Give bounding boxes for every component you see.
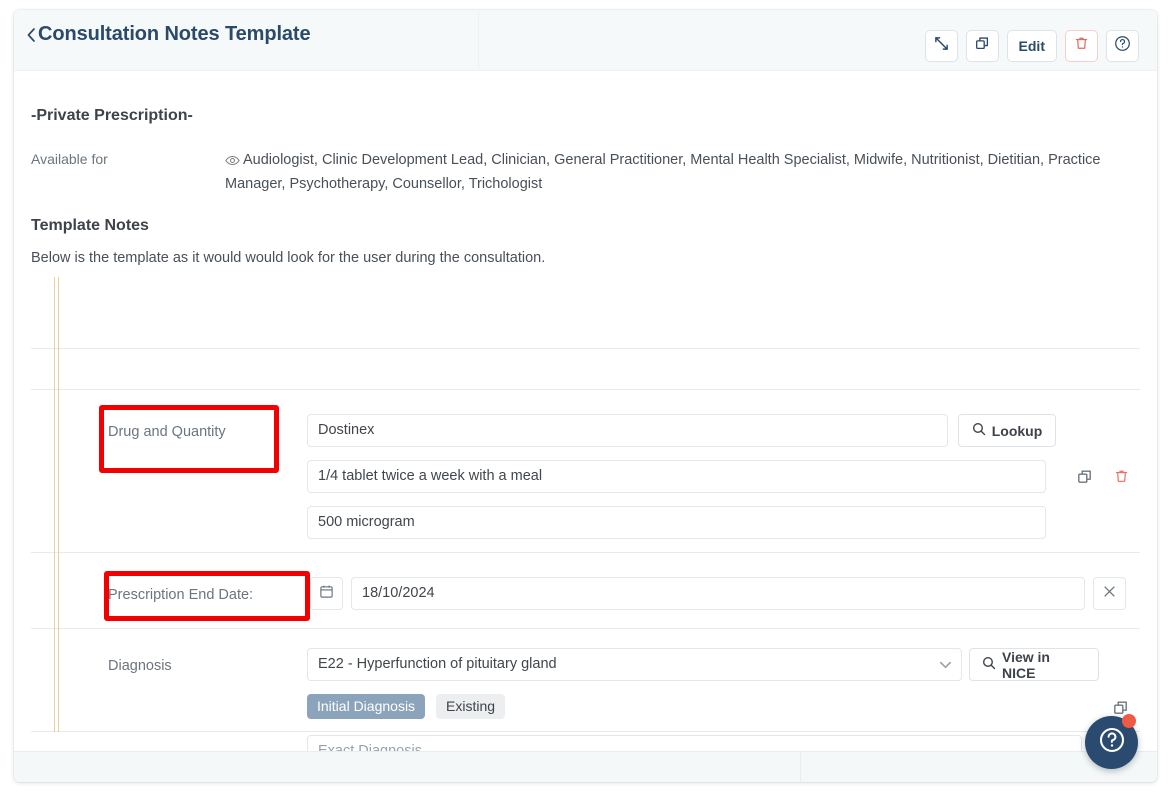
screen: Consultation Notes Template Edit -Privat… [0, 0, 1171, 794]
header-actions: Edit [924, 30, 1139, 62]
preview-divider-1 [31, 348, 1140, 349]
lookup-button[interactable]: Lookup [958, 414, 1056, 447]
calendar-icon [319, 584, 334, 604]
help-button[interactable] [1106, 30, 1139, 62]
copy-icon [975, 36, 990, 56]
drug-duplicate-button[interactable] [1075, 469, 1095, 489]
drug-strength-input[interactable]: 500 microgram [307, 506, 1046, 539]
card-footer [14, 751, 1157, 782]
view-in-nice-label: View in NICE [1002, 648, 1050, 681]
drug-name-input[interactable]: Dostinex [307, 414, 948, 447]
expand-arrows-icon [934, 36, 949, 56]
close-x-icon [1103, 585, 1116, 603]
trash-icon [1114, 469, 1129, 489]
question-circle-icon [1097, 725, 1127, 760]
pill-initial-diagnosis[interactable]: Initial Diagnosis [307, 694, 426, 719]
indent-rail-outer [54, 277, 55, 732]
edit-button[interactable]: Edit [1006, 30, 1057, 62]
lookup-button-label: Lookup [991, 422, 1043, 439]
private-prescription-title: -Private Prescription- [31, 107, 193, 124]
copy-icon [1077, 469, 1093, 490]
pill-existing[interactable]: Existing [436, 694, 506, 719]
template-notes-description: Below is the template as it would would … [31, 250, 546, 266]
prescription-end-date-input[interactable]: 18/10/2024 [351, 577, 1085, 610]
available-for-roles-text: Audiologist, Clinic Development Lead, Cl… [225, 152, 1101, 192]
preview-divider-2 [31, 389, 1140, 390]
help-notification-dot [1122, 714, 1136, 728]
template-notes-title: Template Notes [31, 217, 149, 234]
footer-divider [800, 752, 801, 782]
available-for-label: Available for [31, 151, 108, 167]
search-icon [972, 422, 986, 439]
eye-icon [225, 151, 240, 173]
header-divider [478, 10, 479, 71]
calendar-button[interactable] [310, 577, 343, 610]
diagnosis-select[interactable]: E22 - Hyperfunction of pituitary gland [307, 648, 962, 681]
preview-divider-4 [31, 628, 1140, 629]
diagnosis-label: Diagnosis [108, 658, 172, 674]
trash-icon [1074, 36, 1089, 56]
drug-and-quantity-label: Drug and Quantity [108, 424, 226, 440]
question-circle-icon [1114, 35, 1131, 57]
duplicate-button[interactable] [965, 30, 999, 62]
expand-button[interactable] [924, 30, 958, 62]
available-for-roles: Audiologist, Clinic Development Lead, Cl… [225, 149, 1125, 195]
page-title: Consultation Notes Template [38, 23, 311, 45]
card-body: -Private Prescription- Available for Aud… [14, 71, 1157, 768]
view-in-nice-button[interactable]: View in NICE [969, 648, 1099, 681]
chevron-down-icon[interactable] [929, 648, 962, 681]
clear-date-button[interactable] [1093, 577, 1126, 610]
prescription-end-date-label: Prescription End Date: [108, 587, 254, 603]
preview-divider-3 [31, 552, 1140, 553]
template-card: Consultation Notes Template Edit -Privat… [14, 10, 1157, 782]
preview-divider-5 [31, 731, 1140, 732]
drug-delete-button[interactable] [1111, 469, 1131, 489]
indent-rail-inner [58, 277, 59, 732]
drug-dose-input[interactable]: 1/4 tablet twice a week with a meal [307, 460, 1046, 493]
card-header: Consultation Notes Template Edit [14, 10, 1157, 71]
search-icon [982, 656, 996, 673]
template-preview: Drug and Quantity Dostinex Lookup 1/4 ta… [14, 277, 1157, 768]
delete-button[interactable] [1065, 30, 1098, 62]
